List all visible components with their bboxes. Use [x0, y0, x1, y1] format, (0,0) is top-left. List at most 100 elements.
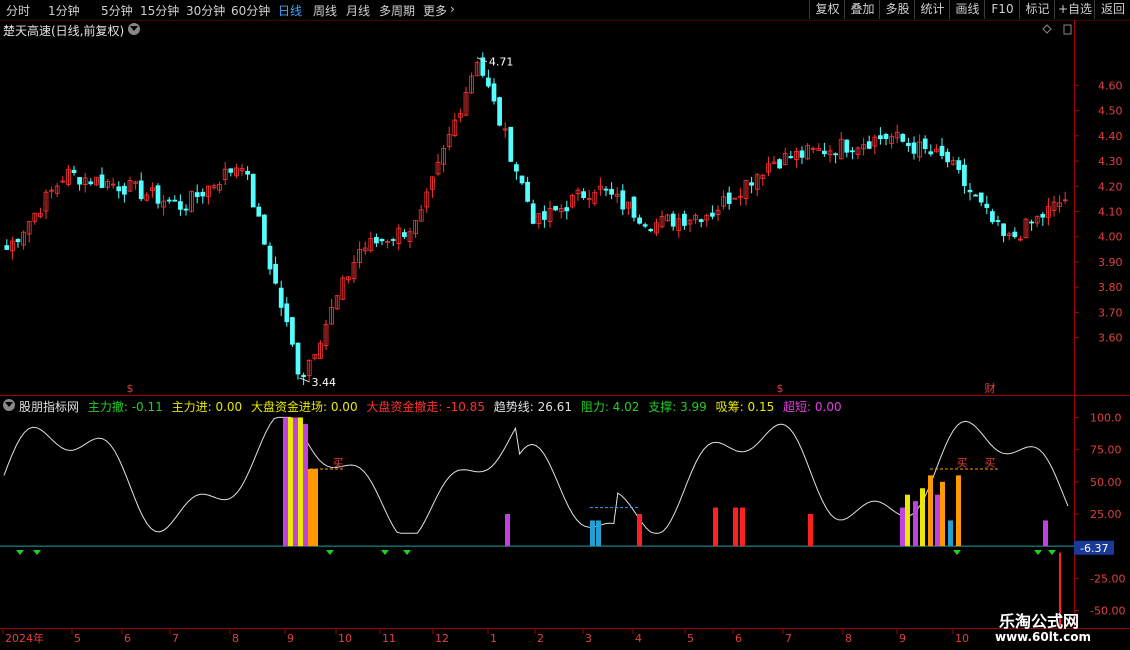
candle-body [603, 188, 609, 191]
indicator-bar [733, 507, 738, 547]
sell-arrow-icon [403, 550, 411, 556]
candle-body [514, 164, 519, 172]
buy-signal-label: 买 [957, 456, 968, 469]
indicator-bar [935, 494, 940, 547]
indicator-dropdown-icon[interactable] [3, 399, 15, 411]
indicator-bar [590, 520, 595, 547]
legend-main-out: 主力撤: -0.11 [87, 400, 163, 414]
time-axis-label: 9 [287, 632, 294, 645]
candle-body [172, 199, 178, 202]
panel-toggle-icon [1063, 24, 1072, 35]
price-axis-label: 3.70 [1098, 306, 1123, 319]
candle-body [508, 126, 514, 162]
candle-body [978, 192, 984, 203]
watermark-line1: 乐淘公式网 [999, 612, 1080, 631]
indicator-axis-label: 25.00 [1090, 508, 1122, 521]
candle-body [71, 169, 77, 174]
candle-body [295, 342, 301, 375]
candle-body [194, 192, 200, 197]
candle-body [525, 181, 530, 202]
indicator-bar [308, 468, 313, 547]
indicator-axis-label: 100.0 [1090, 411, 1122, 424]
candle-body [945, 151, 950, 163]
candle-body [379, 238, 385, 242]
candle-body [15, 239, 21, 243]
price-axis-label: 3.80 [1098, 281, 1123, 294]
event-marker: $ [127, 382, 134, 395]
price-axis-label: 4.20 [1098, 180, 1123, 193]
indicator-axis-label: 75.00 [1090, 444, 1122, 457]
watermark-logo: 乐淘公式网 www.60lt.com [985, 606, 1125, 648]
candle-body [200, 191, 206, 197]
candle-body [642, 224, 648, 227]
candle-body [922, 138, 928, 149]
low-label: 3.44 [312, 376, 337, 389]
candle-body [1029, 221, 1034, 224]
indicator-bar [596, 520, 601, 547]
candle-body [138, 180, 144, 200]
indicator-bar [900, 507, 905, 547]
indicator-bar [1043, 520, 1048, 547]
candle-body [906, 142, 911, 147]
event-marker: $ [777, 382, 784, 395]
time-axis-label: 5 [687, 632, 694, 645]
sell-arrow-icon [381, 550, 389, 556]
legend-support: 支撑: 3.99 [648, 400, 707, 414]
candle-body [116, 186, 122, 192]
candle-body [262, 214, 267, 245]
candle-body [900, 133, 906, 142]
candle-body [564, 207, 570, 212]
candle-body [250, 173, 256, 208]
indicator-bar [956, 475, 961, 547]
watermark-line2: www.60lt.com [995, 630, 1092, 644]
candle-body [122, 185, 127, 195]
candle-body [178, 201, 183, 210]
indicator-name: 股朋指标网 [19, 400, 80, 414]
candle-body [88, 181, 94, 185]
candle-body [77, 177, 82, 185]
candle-body [777, 159, 782, 169]
candle-body [990, 211, 995, 223]
indicator-bar [288, 417, 293, 547]
legend-ultrashort: 超短: 0.00 [783, 400, 842, 414]
title-dropdown-icon[interactable] [128, 23, 140, 35]
candle-body [883, 133, 889, 139]
diamond-icon [1042, 24, 1052, 34]
candle-body [698, 219, 704, 222]
indicator-bar [637, 514, 642, 547]
legend-market-in: 大盘资金进场: 0.00 [251, 400, 358, 414]
time-axis-label: 6 [124, 632, 131, 645]
indicator-bar [905, 494, 910, 547]
time-axis-label: 10 [338, 632, 352, 645]
indicator-bar [713, 507, 718, 547]
candle-body [911, 142, 917, 154]
legend-main-in: 主力进: 0.00 [171, 400, 243, 414]
legend-market-out: 大盘资金撤走: -10.85 [366, 400, 485, 414]
time-axis-label: 6 [735, 632, 742, 645]
kline-chart-canvas[interactable]: 4.60 4.50 4.40 4.30 4.20 4.10 4.00 3.90 3.80 3.70… [0, 0, 1130, 650]
time-axis-label: 4 [635, 632, 642, 645]
legend-resistance: 阻力: 4.02 [580, 400, 640, 414]
legend-trend: 趋势线: 26.61 [493, 400, 572, 414]
candle-body [1040, 213, 1046, 218]
candle-body [833, 153, 838, 156]
indicator-bar [808, 514, 813, 547]
time-axis-label: 7 [785, 632, 792, 645]
candle-body [928, 151, 934, 155]
candle-body [155, 185, 161, 204]
indicator-axis-label: 50.00 [1090, 476, 1122, 489]
candle-body [273, 263, 278, 284]
indicator-bar [505, 514, 510, 547]
time-axis-label: 7 [172, 632, 179, 645]
candle-body [301, 374, 306, 378]
candle-body [267, 245, 273, 270]
candle-body [637, 217, 642, 224]
candle-body [670, 213, 676, 227]
indicator-bar [913, 501, 918, 547]
time-axis-label: 12 [435, 632, 449, 645]
sell-arrow-icon [16, 550, 24, 556]
chart-title: 楚天高速(日线,前复权) [3, 24, 125, 38]
price-axis-label: 3.90 [1098, 256, 1123, 269]
price-axis-label: 4.40 [1098, 130, 1123, 143]
candle-body [1001, 223, 1006, 236]
